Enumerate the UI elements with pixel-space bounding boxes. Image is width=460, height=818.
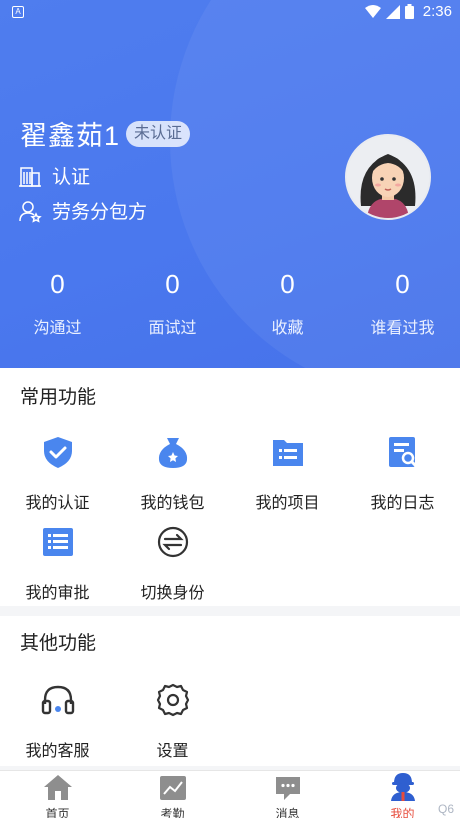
tab-label: 消息 [275,807,300,818]
my-approval-button[interactable]: 我的审批 [0,524,115,603]
stat-value: 0 [280,269,295,299]
item-label: 切换身份 [140,585,205,602]
tab-label: 首页 [45,807,70,818]
stat-favorites[interactable]: 0 收藏 [230,266,345,338]
app-notification-icon: A [12,6,24,18]
profile-header: A 2:36 翟鑫茹1 未认证 认证 劳务分包方 0 沟通过 0 面试过 0 收… [0,0,460,368]
other-functions-section: 其他功能 我的客服 设置 [0,616,460,766]
chart-icon [159,776,186,800]
gear-icon [156,683,189,717]
my-certification-button[interactable]: 我的认证 [0,434,115,513]
tab-home[interactable]: 首页 [0,771,115,818]
user-star-icon [19,200,42,223]
message-icon [275,777,300,800]
stat-label: 面试过 [148,320,197,337]
stat-label: 谁看过我 [370,320,435,337]
money-bag-icon [158,438,187,468]
section-title: 常用功能 [20,387,97,408]
watermark: Q6 [437,802,454,816]
user-icon [390,773,415,801]
switch-identity-button[interactable]: 切换身份 [115,524,230,603]
common-functions-section: 常用功能 我的认证 我的钱包 我的项目 我的日志 我的审批 切换身份 [0,368,460,606]
customer-service-button[interactable]: 我的客服 [0,682,115,761]
stat-label: 沟通过 [33,320,82,337]
headset-icon [41,685,74,715]
certify-label: 认证 [52,167,91,188]
stat-value: 0 [50,269,65,299]
tab-label: 考勤 [160,807,185,818]
stat-communicated[interactable]: 0 沟通过 [0,266,115,338]
stat-value: 0 [165,269,180,299]
role-row: 劳务分包方 [18,197,147,224]
home-icon [43,775,72,800]
certify-row[interactable]: 认证 [18,162,90,189]
my-wallet-button[interactable]: 我的钱包 [115,434,230,513]
clock: 2:36 [422,3,452,20]
avatar-girl-icon [347,136,429,218]
item-label: 我的客服 [25,743,90,760]
battery-icon [404,4,414,19]
role-label: 劳务分包方 [52,202,148,223]
approval-list-icon [42,528,73,556]
stat-value: 0 [395,269,410,299]
tab-attendance[interactable]: 考勤 [115,771,230,818]
status-bar: A 2:36 [0,0,460,26]
user-name: 翟鑫茹1 [20,121,121,151]
stat-interviewed[interactable]: 0 面试过 [115,266,230,338]
wifi-icon [364,4,381,18]
my-log-button[interactable]: 我的日志 [345,434,460,513]
bottom-tab-bar: 首页 考勤 消息 我的 Q6 [0,770,460,818]
item-label: 我的钱包 [140,495,205,512]
section-title: 其他功能 [20,633,97,654]
settings-button[interactable]: 设置 [115,682,230,761]
item-label: 我的认证 [25,495,90,512]
stat-viewers[interactable]: 0 谁看过我 [345,266,460,338]
tab-messages[interactable]: 消息 [230,771,345,818]
stats-row: 0 沟通过 0 面试过 0 收藏 0 谁看过我 [0,266,460,338]
document-search-icon [388,437,418,469]
item-label: 我的审批 [25,585,90,602]
signal-icon [385,4,400,19]
avatar[interactable] [345,134,431,220]
stat-label: 收藏 [271,320,304,337]
switch-icon [157,526,188,558]
item-label: 设置 [156,743,189,760]
shield-check-icon [43,437,72,468]
item-label: 我的项目 [255,495,320,512]
item-label: 我的日志 [370,495,435,512]
building-icon [19,166,41,187]
folder-list-icon [272,440,303,466]
verify-status-badge[interactable]: 未认证 [126,121,191,147]
my-projects-button[interactable]: 我的项目 [230,434,345,513]
